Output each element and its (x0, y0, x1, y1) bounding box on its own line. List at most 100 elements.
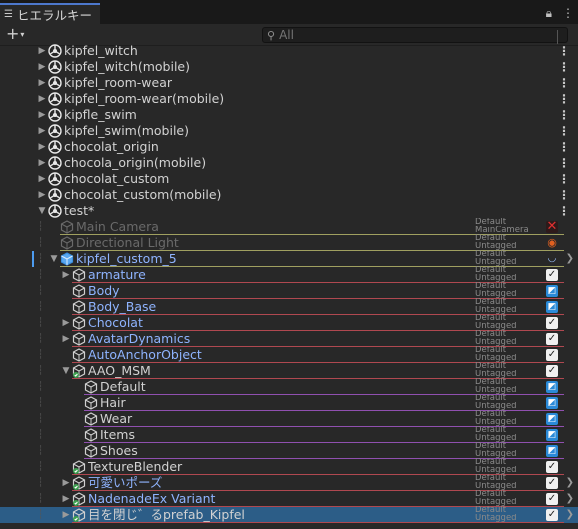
visibility-toggle-icon[interactable]: ┆ (38, 475, 43, 491)
visibility-toggle-icon[interactable]: ┆ (38, 315, 43, 331)
visibility-toggle-icon[interactable]: ┆ (38, 491, 43, 507)
visibility-toggle-icon[interactable]: ┆ (38, 251, 43, 267)
visibility-toggle-icon[interactable]: ┆ (38, 331, 43, 347)
hierarchy-row[interactable]: ┆ Default Default Untagged ◩ (0, 378, 578, 395)
hierarchy-row[interactable]: ┆ Body Default Untagged ◩ (0, 282, 578, 299)
expand-arrow-icon[interactable]: ▶ (36, 43, 48, 59)
hierarchy-row[interactable]: ┆ ▼ AAO_MSM Default Untagged ✓ (0, 362, 578, 379)
visibility-toggle-icon[interactable]: ┆ (38, 411, 43, 427)
active-checkbox[interactable]: ✓ (546, 333, 558, 345)
collapse-arrow-icon[interactable]: ▼ (36, 203, 48, 219)
expand-arrow-icon[interactable]: ▶ (36, 59, 48, 75)
chevron-right-icon[interactable]: ❯ (566, 251, 574, 267)
active-checkbox[interactable]: ✓ (546, 269, 558, 281)
active-checkbox[interactable]: ✓ (546, 461, 558, 473)
hierarchy-row[interactable]: ┆ Items Default Untagged ◩ (0, 426, 578, 443)
visibility-toggle-icon[interactable]: ┆ (38, 283, 43, 299)
expand-arrow-icon[interactable]: ▶ (36, 91, 48, 107)
search-field[interactable]: ⚲ (262, 27, 568, 44)
hierarchy-row[interactable]: ┆ ▶ AvatarDynamics Default Untagged ✓ (0, 330, 578, 347)
hierarchy-row[interactable]: ▶ chocolat_origin ⋮ (0, 139, 578, 155)
hierarchy-row[interactable]: ▶ kipfel_room-wear(mobile) ⋮ (0, 91, 578, 107)
hierarchy-row[interactable]: ▶ kipfel_swim(mobile) ⋮ (0, 123, 578, 139)
visibility-toggle-icon[interactable]: ┆ (38, 459, 43, 475)
hierarchy-row[interactable]: ┆ ▶ 可愛いポーズ Default Untagged ✓ ❯ (0, 474, 578, 491)
expand-arrow-icon[interactable]: ▶ (36, 75, 48, 91)
visibility-toggle-icon[interactable]: ┆ (38, 443, 43, 459)
component-status-icon[interactable]: ◩ (546, 429, 558, 441)
visibility-toggle-icon[interactable]: ┆ (38, 363, 43, 379)
hierarchy-row[interactable]: ┆ ▶ armature Default Untagged ✓ (0, 266, 578, 283)
hierarchy-row[interactable]: ┆ ▶ Chocolat Default Untagged ✓ (0, 314, 578, 331)
more-options-icon[interactable]: ⋮ (558, 43, 570, 59)
add-button[interactable]: +▾ (6, 26, 24, 43)
active-checkbox[interactable]: ✓ (546, 509, 558, 521)
visibility-toggle-icon[interactable]: ┆ (38, 219, 43, 235)
visibility-toggle-icon[interactable]: ┆ (38, 379, 43, 395)
hierarchy-row[interactable]: ┆ ▼ kipfel_custom_5 Default Untagged ◡ ❯ (0, 250, 578, 267)
hierarchy-row[interactable]: ▶ chocolat_custom ⋮ (0, 171, 578, 187)
visibility-toggle-icon[interactable]: ┆ (38, 395, 43, 411)
hierarchy-row[interactable]: ▶ chocola_origin(mobile) ⋮ (0, 155, 578, 171)
more-options-icon[interactable]: ⋮ (558, 139, 570, 155)
active-checkbox[interactable]: ✓ (546, 317, 558, 329)
active-checkbox[interactable]: ✓ (546, 365, 558, 377)
expand-arrow-icon[interactable]: ▶ (36, 171, 48, 187)
chevron-right-icon[interactable]: ❯ (566, 491, 574, 507)
visibility-toggle-icon[interactable]: ┆ (38, 347, 43, 363)
hierarchy-row[interactable]: ┆ TextureBlender Default Untagged ✓ (0, 458, 578, 475)
hierarchy-row[interactable]: ┆ Wear Default Untagged ◩ (0, 410, 578, 427)
chevron-right-icon[interactable]: ❯ (566, 475, 574, 491)
more-options-icon[interactable]: ⋮ (558, 107, 570, 123)
visibility-toggle-icon[interactable]: ┆ (38, 507, 43, 523)
hierarchy-row[interactable]: ┆ Hair Default Untagged ◩ (0, 394, 578, 411)
component-status-icon[interactable]: ◩ (546, 285, 558, 297)
active-checkbox[interactable]: ✓ (546, 349, 558, 361)
hierarchy-row[interactable]: ▶ chocolat_custom(mobile) ⋮ (0, 187, 578, 203)
expand-arrow-icon[interactable]: ▶ (60, 491, 72, 507)
active-checkbox[interactable]: ✓ (546, 477, 558, 489)
search-options-icon[interactable] (557, 30, 567, 44)
expand-arrow-icon[interactable]: ▶ (36, 139, 48, 155)
component-status-icon[interactable]: ✕ (546, 220, 558, 233)
visibility-toggle-icon[interactable]: ┆ (38, 267, 43, 283)
component-status-icon[interactable]: ◩ (546, 445, 558, 457)
hierarchy-row[interactable]: ▶ kipfle_swim ⋮ (0, 107, 578, 123)
chevron-right-icon[interactable]: ❯ (566, 507, 574, 523)
more-options-icon[interactable]: ⋮ (558, 187, 570, 203)
expand-arrow-icon[interactable]: ▶ (36, 107, 48, 123)
collapse-arrow-icon[interactable]: ▼ (48, 251, 60, 267)
lock-icon[interactable]: 🔒︎ (546, 6, 552, 21)
more-options-icon[interactable]: ⋮ (558, 171, 570, 187)
hierarchy-row[interactable]: ┆ ▶ NadenadeEx Variant Default Untagged ✓ ❯ (0, 490, 578, 507)
hierarchy-row[interactable]: ▼ test* ⋮ (0, 203, 578, 219)
hierarchy-row[interactable]: ┆ AutoAnchorObject Default Untagged ✓ (0, 346, 578, 363)
more-options-icon[interactable]: ⋮ (558, 59, 570, 75)
component-status-icon[interactable]: ◩ (546, 413, 558, 425)
component-status-icon[interactable]: ◩ (546, 397, 558, 409)
hierarchy-row[interactable]: ▶ kipfel_room-wear ⋮ (0, 75, 578, 91)
expand-arrow-icon[interactable]: ▶ (60, 331, 72, 347)
more-options-icon[interactable]: ⋮ (558, 91, 570, 107)
component-status-icon[interactable]: ◉ (546, 237, 558, 249)
hierarchy-row[interactable]: ┆ ▶ 目を閉じ゛るprefab_Kipfel Default Untagged ✓ ❯ (0, 506, 578, 523)
more-icon[interactable]: ⋮ (562, 6, 574, 21)
more-options-icon[interactable]: ⋮ (558, 155, 570, 171)
expand-arrow-icon[interactable]: ▶ (36, 155, 48, 171)
tab-hierarchy[interactable]: ☰ ヒエラルキー (0, 3, 100, 24)
more-options-icon[interactable]: ⋮ (558, 75, 570, 91)
more-options-icon[interactable]: ⋮ (558, 123, 570, 139)
component-status-icon[interactable]: ◩ (546, 381, 558, 393)
more-options-icon[interactable]: ⋮ (558, 203, 570, 219)
component-status-icon[interactable]: ◡ (546, 253, 558, 265)
expand-arrow-icon[interactable]: ▶ (36, 123, 48, 139)
hierarchy-row[interactable]: ┆ Main Camera Default MainCamera ✕ (0, 218, 578, 235)
search-input[interactable] (279, 28, 480, 42)
component-status-icon[interactable]: ◩ (546, 301, 558, 313)
visibility-toggle-icon[interactable]: ┆ (38, 427, 43, 443)
hierarchy-row[interactable]: ▶ kipfel_witch ⋮ (0, 43, 578, 59)
expand-arrow-icon[interactable]: ▶ (60, 267, 72, 283)
expand-arrow-icon[interactable]: ▶ (60, 507, 72, 523)
collapse-arrow-icon[interactable]: ▼ (60, 363, 72, 379)
visibility-toggle-icon[interactable]: ┆ (38, 235, 43, 251)
